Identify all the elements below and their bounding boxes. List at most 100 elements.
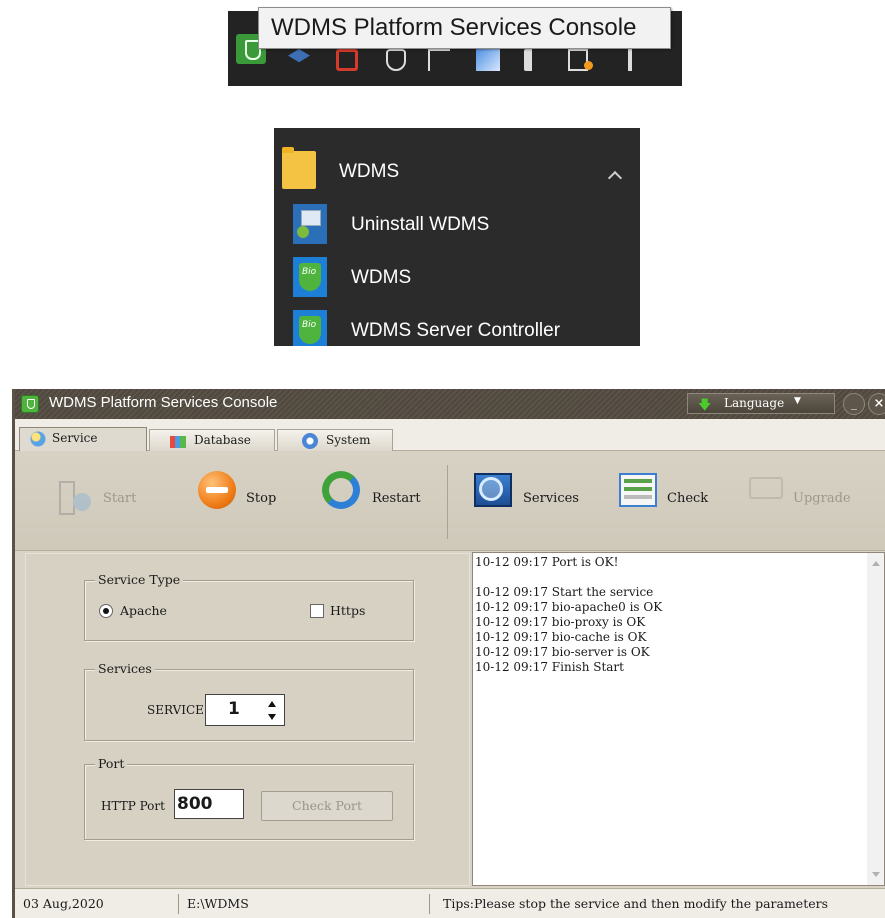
status-bar: 03 Aug,2020 E:\WDMS Tips:Please stop the… (15, 888, 885, 918)
chevron-up-icon[interactable] (607, 170, 623, 186)
log-line: 10-12 09:17 bio-server is OK (475, 645, 650, 659)
upgrade-icon (749, 477, 783, 499)
restart-icon (322, 471, 360, 509)
folder-label: WDMS (339, 161, 400, 182)
network-icon[interactable] (428, 49, 450, 71)
start-label: Start (103, 491, 137, 506)
start-menu-folder-wdms[interactable]: WDMS (274, 147, 640, 197)
download-arrow-icon: 🡇 (698, 398, 712, 413)
security-icon[interactable] (386, 49, 406, 71)
check-button[interactable]: Check (619, 473, 719, 527)
service-count-value: 1 (228, 699, 240, 719)
status-path: E:\WDMS (187, 896, 249, 911)
services-console-window: WDMS Platform Services Console 🡇 Languag… (12, 389, 885, 918)
log-line: 10-12 09:17 bio-proxy is OK (475, 615, 646, 629)
close-button[interactable]: × (868, 393, 885, 415)
tab-database[interactable]: Database (149, 429, 275, 451)
pin-icon[interactable] (628, 49, 632, 71)
minimize-button[interactable]: _ (843, 393, 865, 415)
stop-label: Stop (246, 491, 277, 506)
language-button[interactable]: 🡇 Language ▼ (687, 393, 835, 414)
checklist-icon (619, 473, 657, 507)
log-line: 10-12 09:17 bio-cache is OK (475, 630, 647, 644)
wdms-app-icon (293, 257, 327, 297)
language-label: Language (724, 396, 785, 410)
photos-icon[interactable] (476, 49, 500, 71)
service-label: SERVICE (147, 703, 204, 717)
check-label: Check (667, 491, 709, 506)
log-output[interactable]: 10-12 09:17 Port is OK! 10-12 09:17 Star… (472, 552, 885, 886)
scroll-down-icon[interactable] (872, 872, 880, 877)
log-line: 10-12 09:17 bio-apache0 is OK (475, 600, 663, 614)
status-tips: Tips:Please stop the service and then mo… (443, 896, 829, 911)
services-label: Services (523, 491, 579, 506)
magnifier-icon (474, 473, 512, 507)
info-icon (302, 433, 318, 449)
tab-label: Database (194, 433, 251, 447)
taskbar-tooltip: WDMS Platform Services Console (258, 7, 671, 49)
log-line: 10-12 09:17 Start the service (475, 585, 654, 599)
database-icon (170, 436, 186, 448)
upgrade-button[interactable]: Upgrade (749, 477, 859, 527)
spin-up-icon[interactable] (268, 701, 276, 707)
service-count-stepper[interactable]: 1 (205, 694, 285, 726)
service-icon (30, 431, 46, 447)
volume-icon[interactable] (524, 49, 546, 71)
tab-service[interactable]: Service (19, 427, 147, 452)
dropbox-icon[interactable] (288, 49, 310, 63)
app-icon (21, 395, 39, 413)
http-port-input[interactable]: 800 (174, 789, 244, 819)
status-date: 03 Aug,2020 (23, 896, 104, 911)
start-button[interactable]: Start (57, 479, 147, 527)
services-button[interactable]: Services (474, 473, 584, 527)
group-title: Service Type (95, 572, 184, 587)
service-type-group: Service Type Apache Https (84, 572, 414, 641)
start-menu: WDMS Uninstall WDMS WDMS WDMS Server Con… (274, 128, 640, 346)
log-line: 10-12 09:17 Finish Start (475, 660, 624, 674)
tab-strip: Service Database System (15, 419, 885, 452)
restart-button[interactable]: Restart (322, 471, 432, 527)
caret-down-icon: ▼ (794, 396, 801, 406)
group-title: Services (95, 661, 155, 676)
https-label: Https (330, 603, 366, 618)
log-scrollbar[interactable] (867, 553, 884, 885)
tab-label: Service (52, 431, 98, 445)
apache-label: Apache (120, 603, 167, 618)
start-menu-item-label: Uninstall WDMS (351, 214, 490, 235)
toolbar-separator (447, 465, 448, 539)
title-bar[interactable]: WDMS Platform Services Console 🡇 Languag… (15, 389, 885, 419)
window-title: WDMS Platform Services Console (49, 394, 278, 411)
tab-label: System (326, 433, 371, 447)
start-menu-item-label: WDMS (351, 267, 412, 288)
https-checkbox[interactable] (310, 604, 324, 618)
log-line: 10-12 09:17 Port is OK! (475, 555, 619, 569)
group-title: Port (95, 756, 128, 771)
services-group: Services SERVICE 1 (84, 661, 414, 741)
red-app-icon[interactable] (336, 49, 358, 71)
http-port-label: HTTP Port (101, 799, 165, 813)
start-icon (57, 479, 91, 515)
settings-panel: Service Type Apache Https Services SERVI… (25, 553, 470, 886)
upgrade-label: Upgrade (793, 491, 851, 506)
status-divider (429, 894, 430, 914)
folder-icon (282, 147, 316, 189)
start-menu-item-wdms[interactable]: WDMS (274, 253, 640, 303)
stop-button[interactable]: Stop (198, 471, 288, 527)
spin-down-icon[interactable] (268, 714, 276, 720)
uninstall-icon (293, 204, 327, 244)
apache-radio[interactable] (99, 604, 113, 618)
restart-label: Restart (372, 491, 421, 506)
start-menu-item-label: WDMS Server Controller (351, 320, 561, 341)
toolbar: Start Stop Restart Services Check Upgrad… (15, 451, 885, 551)
stop-icon (198, 471, 236, 509)
scroll-up-icon[interactable] (872, 561, 880, 566)
check-port-button[interactable]: Check Port (261, 791, 393, 821)
start-menu-item-uninstall[interactable]: Uninstall WDMS (274, 200, 640, 250)
status-divider (178, 894, 179, 914)
input-icon[interactable] (584, 61, 593, 70)
start-menu-item-server-controller[interactable]: WDMS Server Controller (274, 306, 640, 346)
wdms-app-icon (293, 310, 327, 346)
port-group: Port HTTP Port 800 Check Port (84, 756, 414, 840)
tab-system[interactable]: System (277, 429, 393, 451)
